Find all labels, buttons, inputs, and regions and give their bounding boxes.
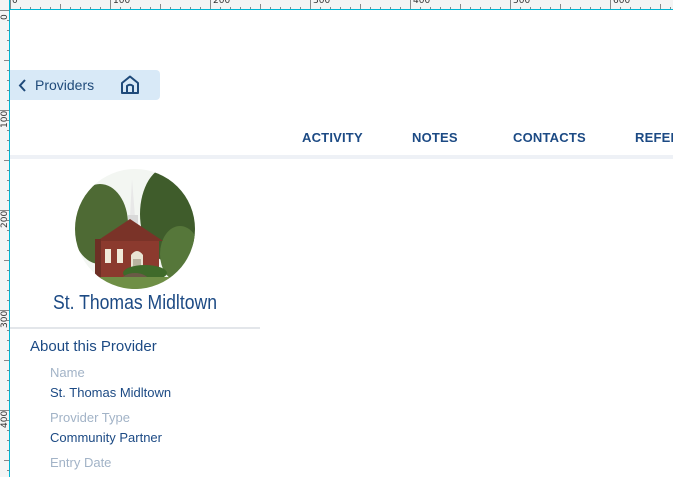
ruler-label: 300 xyxy=(0,310,10,328)
tab-contacts[interactable]: CONTACTS xyxy=(513,130,586,145)
tab-activity[interactable]: ACTIVITY xyxy=(302,130,363,145)
ruler-label: 200 xyxy=(213,0,231,6)
ruler-top-ticks xyxy=(10,0,671,9)
section-divider xyxy=(10,327,260,329)
home-icon[interactable] xyxy=(120,75,140,99)
ruler-label: 500 xyxy=(513,0,531,6)
tab-notes[interactable]: NOTES xyxy=(412,130,458,145)
field-label-name: Name xyxy=(50,365,85,380)
ruler-top: 0 100 200 300 400 500 600 xyxy=(0,0,673,10)
nav-bar: Providers xyxy=(10,70,160,100)
ruler-label: 100 xyxy=(113,0,131,6)
ruler-label: 400 xyxy=(413,0,431,6)
tab-referrals[interactable]: REFER xyxy=(635,130,673,145)
ruler-left: 0 100 200 300 400 xyxy=(0,0,10,477)
ruler-label: 600 xyxy=(613,0,631,6)
ruler-label: 0 xyxy=(0,14,10,20)
field-label-provider-type: Provider Type xyxy=(50,410,130,425)
tab-bar: ACTIVITY NOTES CONTACTS REFER xyxy=(0,130,673,150)
provider-name: St. Thomas Midltown xyxy=(52,292,218,314)
ruler-label: 300 xyxy=(313,0,331,6)
ruler-label: 200 xyxy=(0,210,10,228)
ruler-left-ticks xyxy=(0,10,9,471)
field-value-provider-type: Community Partner xyxy=(50,430,162,445)
chevron-left-icon[interactable] xyxy=(18,79,28,97)
tab-divider xyxy=(10,155,673,159)
ruler-label: 400 xyxy=(0,410,10,428)
field-value-name: St. Thomas Midltown xyxy=(50,385,172,400)
about-section-title: About this Provider xyxy=(30,338,157,355)
ruler-label: 100 xyxy=(0,110,10,128)
provider-photo xyxy=(75,169,195,289)
back-to-providers-link[interactable]: Providers xyxy=(35,77,94,93)
ruler-label: 0 xyxy=(12,0,18,6)
field-label-entry-date: Entry Date xyxy=(50,455,112,470)
